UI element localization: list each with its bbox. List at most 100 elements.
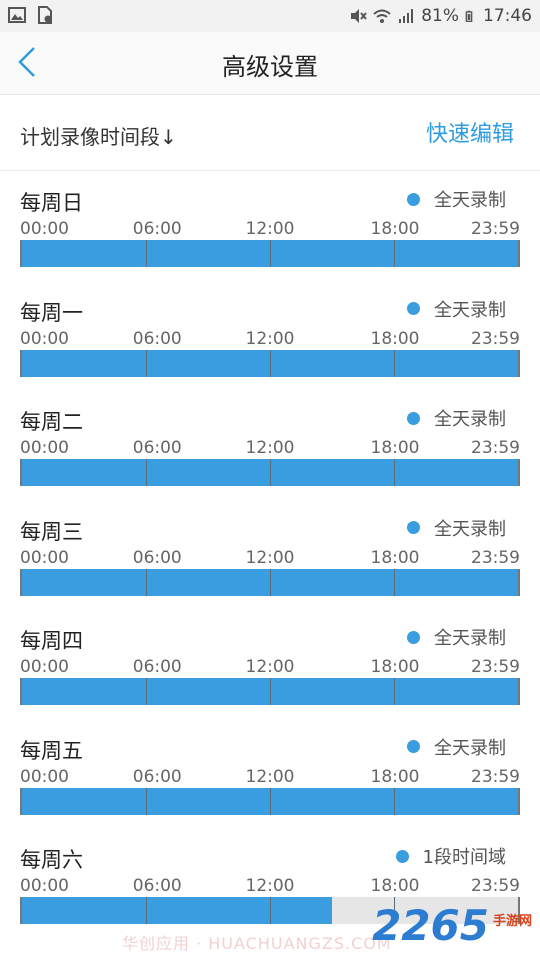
time-tick: 06:00 (132, 657, 182, 677)
recording-status: 全天录制 (407, 296, 506, 322)
bar-divider (394, 568, 395, 596)
bar-divider (394, 678, 395, 705)
brand-logo: 2265 手游网 (372, 905, 532, 947)
bar-divider (270, 787, 271, 815)
bar-divider (270, 349, 271, 377)
time-axis: 00:00 06:00 12:00 18:00 23:59 (20, 767, 520, 789)
schedule-header: 计划录像时间段↓ 快速编辑 (0, 96, 540, 171)
recording-status: 全天录制 (407, 515, 506, 541)
nav-bar: 高级设置 (0, 32, 540, 95)
time-axis: 00:00 06:00 12:00 18:00 23:59 (20, 657, 520, 679)
time-tick: 12:00 (245, 438, 295, 458)
quick-edit-button[interactable]: 快速编辑 (426, 116, 514, 148)
schedule-bar[interactable] (20, 459, 520, 486)
battery-icon (465, 10, 473, 22)
signal-icon (399, 9, 414, 23)
status-time: 17:46 (483, 6, 532, 26)
schedule-bar[interactable] (20, 787, 520, 815)
time-tick: 12:00 (245, 328, 295, 349)
bar-divider (270, 568, 271, 596)
time-tick: 00:00 (20, 547, 69, 568)
bar-divider (146, 568, 147, 596)
bar-divider (394, 240, 395, 267)
time-axis: 00:00 06:00 12:00 18:00 23:59 (20, 876, 520, 898)
status-dot-icon (407, 302, 420, 315)
schedule-bar[interactable] (20, 568, 520, 596)
status-left (8, 6, 54, 24)
status-text: 全天录制 (434, 628, 506, 649)
logo-suffix: 手游网 (492, 914, 532, 929)
logo-number: 2265 (372, 901, 489, 950)
wifi-icon (373, 9, 391, 23)
time-tick: 06:00 (132, 547, 182, 568)
day-name: 每周四 (20, 629, 83, 653)
recording-status: 全天录制 (407, 624, 506, 650)
day-row[interactable]: 每周五 全天录制 00:00 06:00 12:00 18:00 23:59 (0, 720, 540, 830)
day-name: 每周三 (20, 519, 83, 544)
status-dot-icon (395, 849, 409, 863)
time-tick: 23:59 (471, 876, 520, 896)
bar-divider (146, 678, 147, 705)
schedule-title: 计划录像时间段↓ (20, 125, 177, 149)
status-text: 全天录制 (434, 409, 506, 430)
status-dot-icon (407, 192, 420, 206)
status-right: 81% 17:46 (349, 6, 532, 26)
page-title: 高级设置 (222, 53, 318, 81)
time-tick: 12:00 (245, 219, 295, 239)
bar-divider (394, 349, 395, 377)
time-tick: 18:00 (370, 219, 420, 239)
time-tick: 23:59 (471, 328, 520, 349)
time-tick: 18:00 (370, 766, 420, 787)
time-tick: 18:00 (370, 876, 420, 896)
time-tick: 00:00 (20, 766, 69, 787)
status-dot-icon (407, 521, 420, 534)
bar-divider (270, 678, 271, 705)
status-dot-icon (407, 740, 420, 753)
bar-divider (270, 897, 271, 924)
time-tick: 23:59 (471, 438, 520, 458)
time-tick: 06:00 (132, 876, 182, 896)
time-tick: 23:59 (471, 657, 520, 677)
time-tick: 00:00 (20, 219, 69, 239)
day-name: 每周五 (20, 738, 83, 763)
bar-divider (394, 459, 395, 486)
schedule-bar[interactable] (20, 349, 520, 377)
time-tick: 06:00 (132, 328, 182, 349)
day-row[interactable]: 每周三 全天录制 00:00 06:00 12:00 18:00 23:59 (0, 501, 540, 611)
bar-divider (270, 459, 271, 486)
time-tick: 06:00 (132, 438, 182, 458)
bar-divider (394, 787, 395, 815)
day-row[interactable]: 每周二 全天录制 00:00 06:00 12:00 18:00 23:59 (0, 391, 540, 501)
time-tick: 18:00 (370, 547, 420, 568)
time-tick: 06:00 (132, 219, 182, 239)
bar-divider (146, 787, 147, 815)
recording-status: 1段时间域 (395, 843, 506, 869)
mute-icon (351, 9, 367, 23)
time-tick: 00:00 (20, 328, 69, 349)
bar-divider (146, 349, 147, 377)
time-tick: 12:00 (245, 657, 295, 677)
site-watermark: 华创应用 · HUACHUANGZS.COM (122, 934, 392, 953)
schedule-bar[interactable] (20, 678, 520, 705)
bar-divider (146, 240, 147, 267)
day-name: 每周一 (20, 300, 83, 325)
time-tick: 18:00 (370, 657, 420, 677)
bar-divider (270, 240, 271, 267)
schedule-bar[interactable] (20, 240, 520, 267)
status-text: 全天录制 (434, 737, 506, 759)
time-tick: 18:00 (370, 328, 420, 349)
status-text: 全天录制 (434, 518, 506, 540)
day-row[interactable]: 每周四 全天录制 00:00 06:00 12:00 18:00 23:59 (0, 610, 540, 720)
day-row[interactable]: 每周一 全天录制 00:00 06:00 12:00 18:00 23:59 (0, 282, 540, 392)
day-list: 每周日 全天录制 00:00 06:00 12:00 18:00 23:59 每周一 全天录制 0… (0, 172, 540, 939)
status-dot-icon (407, 411, 420, 425)
time-tick: 23:59 (471, 547, 520, 568)
schedule-bar-fill (22, 897, 332, 924)
time-tick: 12:00 (245, 876, 295, 896)
time-axis: 00:00 06:00 12:00 18:00 23:59 (20, 548, 520, 570)
day-name: 每周六 (20, 848, 83, 872)
day-name: 每周日 (20, 191, 83, 215)
status-text: 全天录制 (434, 190, 506, 211)
day-row[interactable]: 每周日 全天录制 00:00 06:00 12:00 18:00 23:59 (0, 172, 540, 282)
time-axis: 00:00 06:00 12:00 18:00 23:59 (20, 329, 520, 351)
